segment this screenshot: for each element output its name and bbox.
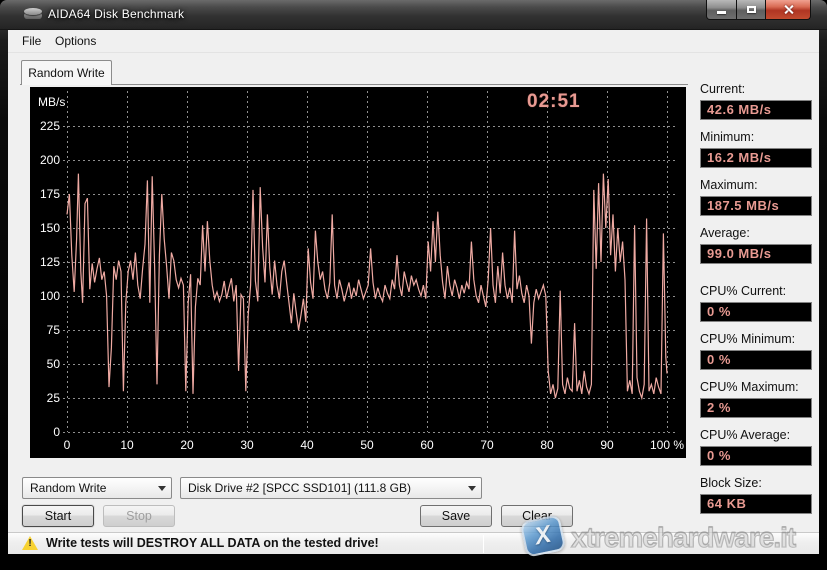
- app-window: AIDA64 Disk Benchmark File Options Rando…: [0, 0, 827, 570]
- x-tick-label: 40: [283, 438, 331, 452]
- stat-value: 64 KB: [700, 494, 812, 514]
- maximize-icon: [747, 6, 756, 13]
- elapsed-time: 02:51: [527, 91, 617, 113]
- window-controls: [706, 0, 811, 22]
- stat-value: 0 %: [700, 302, 812, 322]
- menu-item-options[interactable]: Options: [48, 30, 103, 52]
- stat-value: 2 %: [700, 398, 812, 418]
- stat-label: Average:: [700, 226, 812, 241]
- stat-cpu-current: CPU% Current: 0 %: [700, 284, 812, 322]
- x-tick-label: 50: [343, 438, 391, 452]
- stat-label: CPU% Average:: [700, 428, 812, 443]
- clear-button[interactable]: Clear: [501, 505, 573, 527]
- y-tick-label: 50: [32, 357, 60, 371]
- y-axis-unit-label: MB/s: [38, 95, 65, 109]
- stat-cpu-minimum: CPU% Minimum: 0 %: [700, 332, 812, 370]
- x-tick-label: 70: [463, 438, 511, 452]
- disk-drive-icon: [24, 8, 42, 21]
- drive-select-value: Disk Drive #2 [SPCC SSD101] (111.8 GB): [188, 481, 411, 495]
- stop-button[interactable]: Stop: [103, 505, 175, 527]
- y-tick-label: 200: [32, 153, 60, 167]
- stat-maximum: Maximum: 187.5 MB/s: [700, 178, 812, 216]
- warning-icon: !: [22, 536, 38, 550]
- stat-value: 42.6 MB/s: [700, 100, 812, 120]
- close-button[interactable]: [766, 0, 811, 20]
- y-tick-label: 225: [32, 119, 60, 133]
- benchmark-chart: MB/s 02:51 0 25 50 75 100 125 150 175 200 225 0 10…: [30, 87, 686, 458]
- y-tick-label: 25: [32, 391, 60, 405]
- stat-label: Current:: [700, 82, 812, 97]
- stat-value: 0 %: [700, 446, 812, 466]
- stat-average: Average: 99.0 MB/s: [700, 226, 812, 264]
- test-type-select[interactable]: Random Write: [22, 477, 172, 499]
- minimize-button[interactable]: [706, 0, 737, 20]
- stat-cpu-average: CPU% Average: 0 %: [700, 428, 812, 466]
- title-bar[interactable]: AIDA64 Disk Benchmark: [0, 0, 827, 30]
- stat-label: CPU% Minimum:: [700, 332, 812, 347]
- window-title: AIDA64 Disk Benchmark: [48, 7, 184, 21]
- y-tick-label: 150: [32, 221, 60, 235]
- x-tick-label: 90: [583, 438, 631, 452]
- stat-value: 99.0 MB/s: [700, 244, 812, 264]
- drive-select[interactable]: Disk Drive #2 [SPCC SSD101] (111.8 GB): [180, 477, 482, 499]
- stat-label: Block Size:: [700, 476, 812, 491]
- stat-value: 187.5 MB/s: [700, 196, 812, 216]
- chart-plot: [30, 87, 686, 458]
- stat-cpu-maximum: CPU% Maximum: 2 %: [700, 380, 812, 418]
- chevron-down-icon: [153, 479, 170, 497]
- x-tick-label: 100 %: [643, 438, 691, 452]
- y-tick-label: 0: [32, 425, 60, 439]
- stat-label: Maximum:: [700, 178, 812, 193]
- status-bar: ! Write tests will DESTROY ALL DATA on t…: [8, 532, 819, 554]
- stat-minimum: Minimum: 16.2 MB/s: [700, 130, 812, 168]
- warning-text: Write tests will DESTROY ALL DATA on the…: [46, 536, 379, 550]
- x-tick-label: 80: [523, 438, 571, 452]
- x-tick-label: 10: [103, 438, 151, 452]
- stat-block-size: Block Size: 64 KB: [700, 476, 812, 514]
- close-icon: [783, 4, 794, 15]
- stat-value: 16.2 MB/s: [700, 148, 812, 168]
- stat-value: 0 %: [700, 350, 812, 370]
- stat-current: Current: 42.6 MB/s: [700, 82, 812, 120]
- chevron-down-icon: [463, 479, 480, 497]
- x-tick-label: 60: [403, 438, 451, 452]
- y-tick-label: 75: [32, 323, 60, 337]
- y-tick-label: 125: [32, 255, 60, 269]
- save-button[interactable]: Save: [420, 505, 492, 527]
- test-type-value: Random Write: [30, 481, 106, 495]
- stat-label: Minimum:: [700, 130, 812, 145]
- y-tick-label: 175: [32, 187, 60, 201]
- menu-bar: File Options: [8, 30, 819, 53]
- minimize-icon: [717, 11, 726, 14]
- status-divider: [483, 535, 484, 553]
- maximize-button[interactable]: [737, 0, 766, 20]
- stat-label: CPU% Maximum:: [700, 380, 812, 395]
- y-tick-label: 100: [32, 289, 60, 303]
- start-button[interactable]: Start: [22, 505, 94, 527]
- stat-label: CPU% Current:: [700, 284, 812, 299]
- x-tick-label: 20: [163, 438, 211, 452]
- x-tick-label: 30: [223, 438, 271, 452]
- tab-random-write[interactable]: Random Write: [21, 60, 112, 85]
- x-tick-label: 0: [43, 438, 91, 452]
- menu-item-file[interactable]: File: [15, 30, 48, 52]
